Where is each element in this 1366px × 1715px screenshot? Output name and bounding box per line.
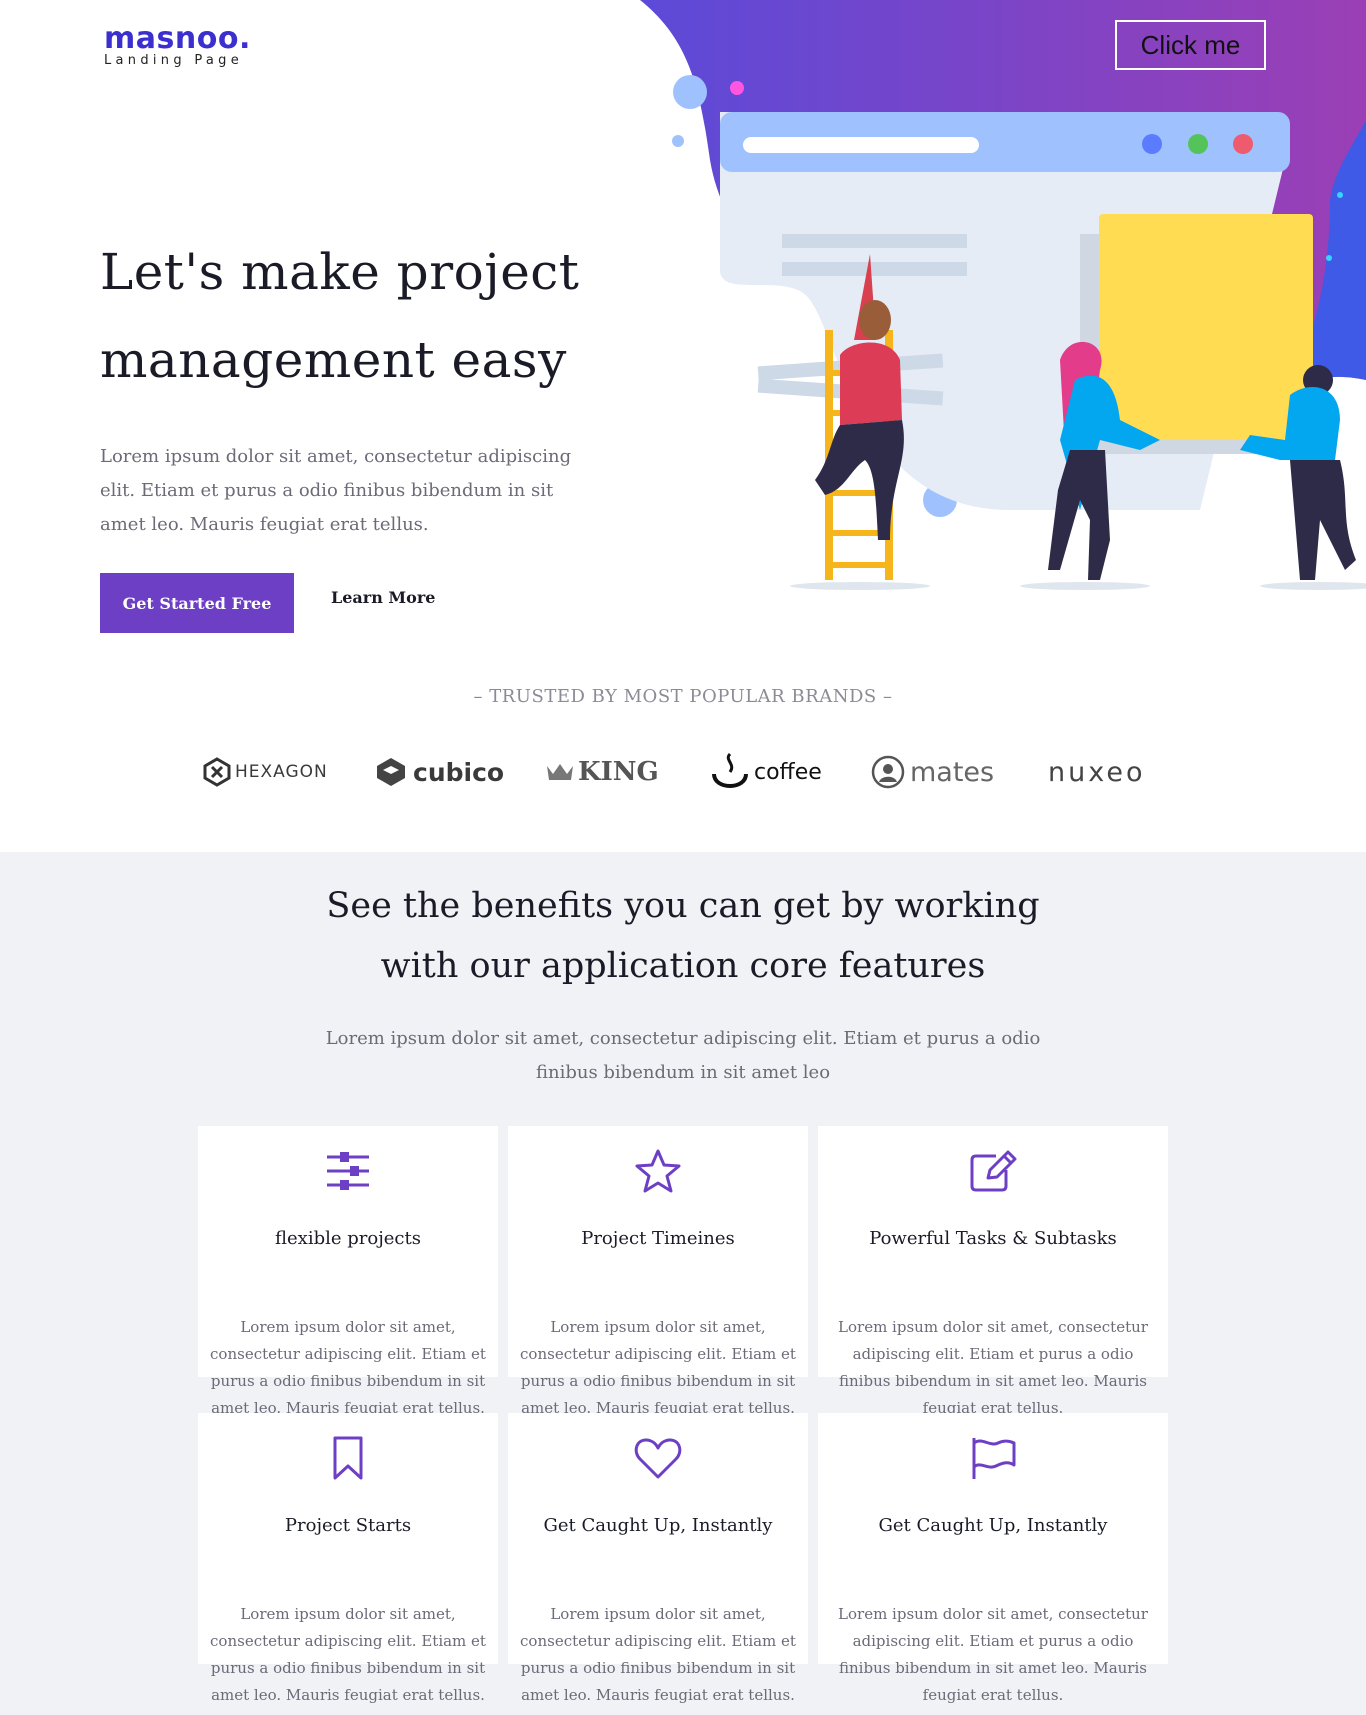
heart-icon (634, 1438, 682, 1479)
brand-name: KING (578, 757, 659, 787)
edit-icon (970, 1150, 1017, 1192)
brand-logo-cubico: cubico (373, 750, 504, 794)
features-title-line-1: See the benefits you can get by working (326, 886, 1040, 926)
learn-more-link[interactable]: Learn More (331, 588, 435, 607)
hero-title: Let's make project management easy (100, 228, 660, 404)
brand-name: nuxeo (1048, 756, 1146, 788)
features-title: See the benefits you can get by working … (0, 876, 1366, 996)
logo-tagline: Landing Page (104, 53, 244, 68)
mates-logo-icon (871, 755, 905, 789)
feature-card-text: Lorem ipsum dolor sit amet, consectetur … (520, 1605, 796, 1704)
feature-card-title: Powerful Tasks & Subtasks (869, 1228, 1117, 1249)
get-started-button[interactable]: Get Started Free (100, 573, 294, 633)
bookmark-icon (333, 1436, 363, 1480)
brand-name: mates (910, 756, 995, 788)
brand-logo-king: KING (545, 750, 659, 794)
feature-card-text: Lorem ipsum dolor sit amet, consectetur … (838, 1605, 1148, 1704)
feature-card-text: Lorem ipsum dolor sit amet, consectetur … (210, 1605, 486, 1704)
features-description: Lorem ipsum dolor sit amet, consectetur … (325, 1028, 1041, 1083)
brand-logo-mates: mates (871, 750, 994, 794)
feature-card-text: Lorem ipsum dolor sit amet, consectetur … (838, 1318, 1148, 1417)
feature-card-text: Lorem ipsum dolor sit amet, consectetur … (520, 1318, 796, 1417)
feature-card-title: Get Caught Up, Instantly (878, 1515, 1108, 1536)
features-title-line-2: with our application core features (380, 946, 986, 986)
brand-name: coffee (754, 759, 822, 785)
click-me-button[interactable]: Click me (1115, 20, 1266, 70)
feature-card-text: Lorem ipsum dolor sit amet, consectetur … (210, 1318, 486, 1417)
feature-card: Powerful Tasks & Subtasks Lorem ipsum do… (818, 1126, 1168, 1417)
brand-logo-nuxeo: nuxeo (1048, 750, 1146, 794)
brand-logo-hexagon: HEXAGON (202, 750, 328, 794)
brand-logo-coffee: coffee (708, 750, 822, 794)
feature-card: Get Caught Up, Instantly Lorem ipsum dol… (818, 1413, 1168, 1704)
crown-icon (547, 764, 573, 780)
brands-heading: – TRUSTED BY MOST POPULAR BRANDS – (473, 686, 893, 707)
features-section: See the benefits you can get by working … (0, 852, 1366, 1715)
feature-card-title: Get Caught Up, Instantly (543, 1515, 773, 1536)
feature-card: Project Timeines Lorem ipsum dolor sit a… (508, 1126, 808, 1417)
feature-card-title: flexible projects (275, 1228, 421, 1249)
hero-title-line-1: Let's make project (100, 243, 580, 301)
logo[interactable]: masnoo. Landing Page (104, 22, 251, 68)
star-icon (635, 1149, 681, 1193)
hero-description: Lorem ipsum dolor sit amet, consectetur … (100, 446, 572, 535)
hero-section: masnoo. Landing Page Click me Let's make… (0, 0, 1366, 852)
logo-wordmark: masnoo. (104, 21, 251, 56)
feature-card: Project Starts Lorem ipsum dolor sit ame… (198, 1413, 498, 1704)
sliders-icon (327, 1152, 369, 1190)
feature-card-title: Project Starts (284, 1515, 412, 1536)
hexagon-logo-icon (203, 757, 231, 787)
flag-icon (972, 1438, 1016, 1479)
coffee-cup-icon (712, 752, 748, 788)
brand-name: HEXAGON (235, 762, 328, 782)
feature-card: Get Caught Up, Instantly Lorem ipsum dol… (508, 1413, 808, 1704)
hero-illustration (672, 75, 1366, 590)
feature-card-title: Project Timeines (581, 1228, 735, 1249)
hero-title-line-2: management easy (100, 331, 567, 389)
brand-name: cubico (413, 757, 505, 787)
feature-card: flexible projects Lorem ipsum dolor sit … (198, 1126, 498, 1417)
cubico-logo-icon (377, 758, 405, 786)
